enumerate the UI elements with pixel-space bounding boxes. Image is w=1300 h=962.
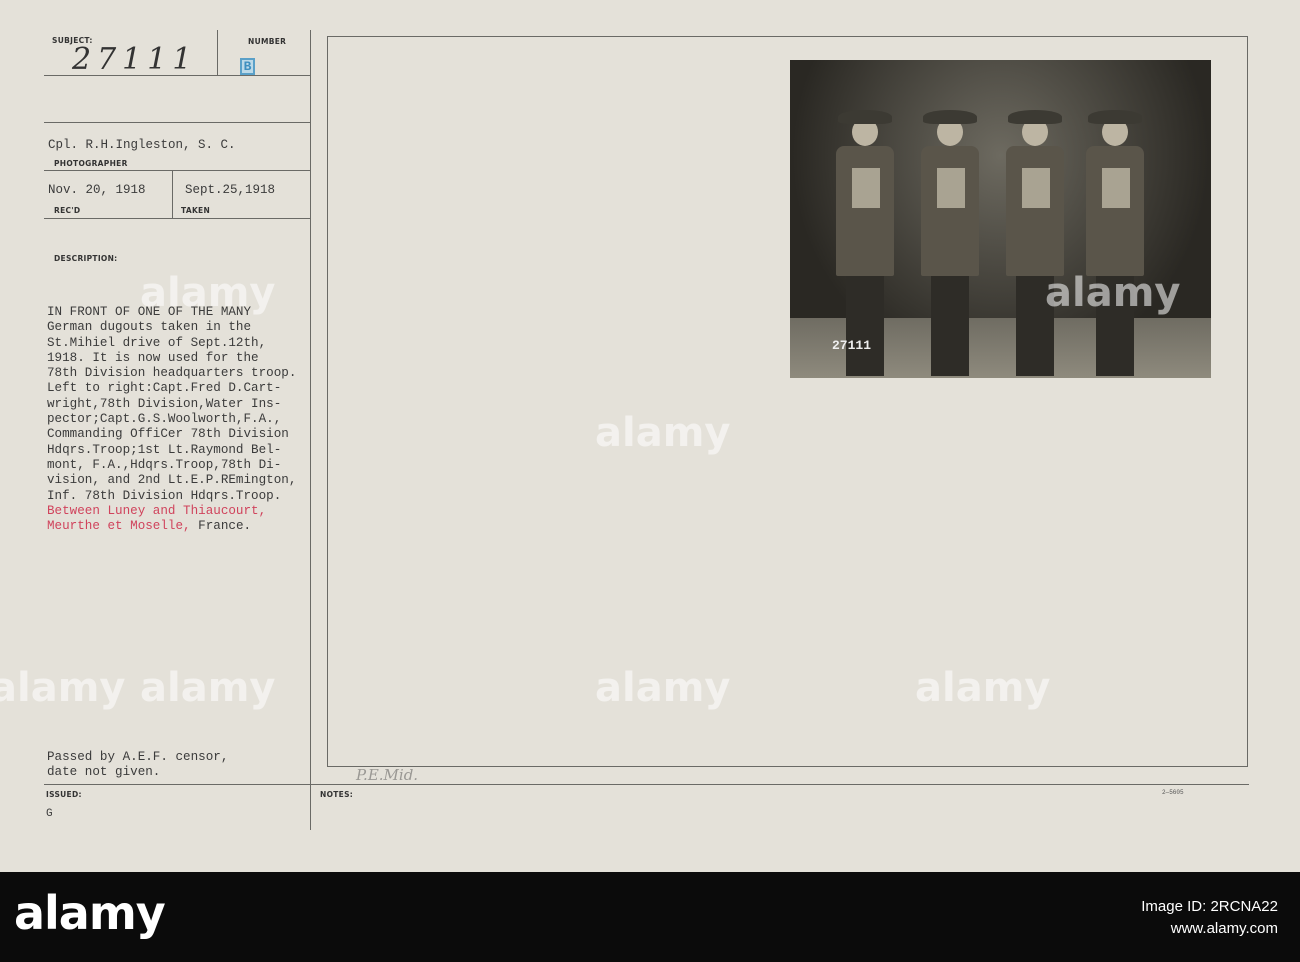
site-url: www.alamy.com: [1170, 920, 1278, 937]
description-line: 1918. It is now used for the: [47, 350, 259, 365]
photographer: Cpl. R.H.Ingleston, S. C.: [48, 138, 236, 152]
divider: [172, 170, 173, 218]
form-number: 2—5605: [1162, 789, 1184, 796]
description: IN FRONT OF ONE OF THE MANY German dugou…: [47, 305, 296, 534]
image-id: Image ID: 2RCNA22: [1141, 898, 1278, 915]
description-label: DESCRIPTION:: [54, 254, 118, 263]
subject-number: 27111: [72, 42, 198, 77]
location-country: France.: [190, 519, 252, 534]
soldier-figure: [915, 108, 985, 378]
description-line: vision, and 2nd Lt.E.P.REmington,: [47, 473, 297, 488]
watermark: alamy: [0, 665, 126, 711]
description-line: 78th Division headquarters troop.: [47, 366, 297, 381]
notes-label: NOTES:: [320, 790, 354, 799]
divider: [44, 122, 310, 123]
description-line: Inf. 78th Division Hdqrs.Troop.: [47, 488, 282, 503]
received-label: REC'D: [54, 206, 81, 215]
watermark: alamy: [595, 665, 731, 711]
number-stamp: B: [240, 58, 255, 75]
description-line: pector;Capt.G.S.Woolworth,F.A.,: [47, 412, 282, 427]
watermark: alamy: [140, 270, 276, 316]
divider: [44, 218, 310, 219]
taken-label: TAKEN: [181, 206, 211, 215]
description-line: Hdqrs.Troop;1st Lt.Raymond Bel-: [47, 442, 282, 457]
censor-line: Passed by A.E.F. censor,: [47, 750, 229, 764]
location-line: Between Luney and Thiaucourt,: [47, 503, 267, 518]
issued-value: G: [46, 808, 53, 820]
censor-line: date not given.: [47, 765, 161, 780]
watermark: alamy: [595, 410, 731, 456]
description-line: German dugouts taken in the: [47, 320, 252, 335]
location-region: Meurthe et Moselle,: [47, 519, 191, 534]
soldier-figure: [1000, 108, 1070, 378]
divider: [217, 30, 218, 75]
alamy-logo: alamy: [14, 886, 166, 940]
photograph: 27111: [790, 60, 1211, 378]
censor-note: Passed by A.E.F. censor, date not given.: [47, 750, 228, 781]
watermark: alamy: [1045, 270, 1181, 316]
divider: [44, 784, 1249, 785]
received-date: Nov. 20, 1918: [48, 183, 146, 197]
description-line: mont, F.A.,Hdqrs.Troop,78th Di-: [47, 457, 282, 472]
taken-date: Sept.25,1918: [185, 183, 276, 197]
issued-label: ISSUED:: [46, 790, 82, 799]
footer-bar: alamy Image ID: 2RCNA22 www.alamy.com: [0, 872, 1300, 962]
photo-number: 27111: [832, 338, 872, 353]
divider: [44, 170, 310, 171]
description-line: wright,78th Division,Water Ins-: [47, 396, 282, 411]
description-line: Commanding OffiCer 78th Division: [47, 427, 289, 442]
watermark: alamy: [140, 665, 276, 711]
description-line: St.Mihiel drive of Sept.12th,: [47, 335, 267, 350]
number-label: NUMBER: [248, 37, 287, 46]
soldier-figure: [1080, 108, 1150, 378]
watermark: alamy: [915, 665, 1051, 711]
photographer-label: PHOTOGRAPHER: [54, 159, 128, 168]
description-line: Left to right:Capt.Fred D.Cart-: [47, 381, 282, 396]
divider: [310, 30, 311, 830]
pencil-note: P.E.Mid.: [356, 766, 419, 784]
